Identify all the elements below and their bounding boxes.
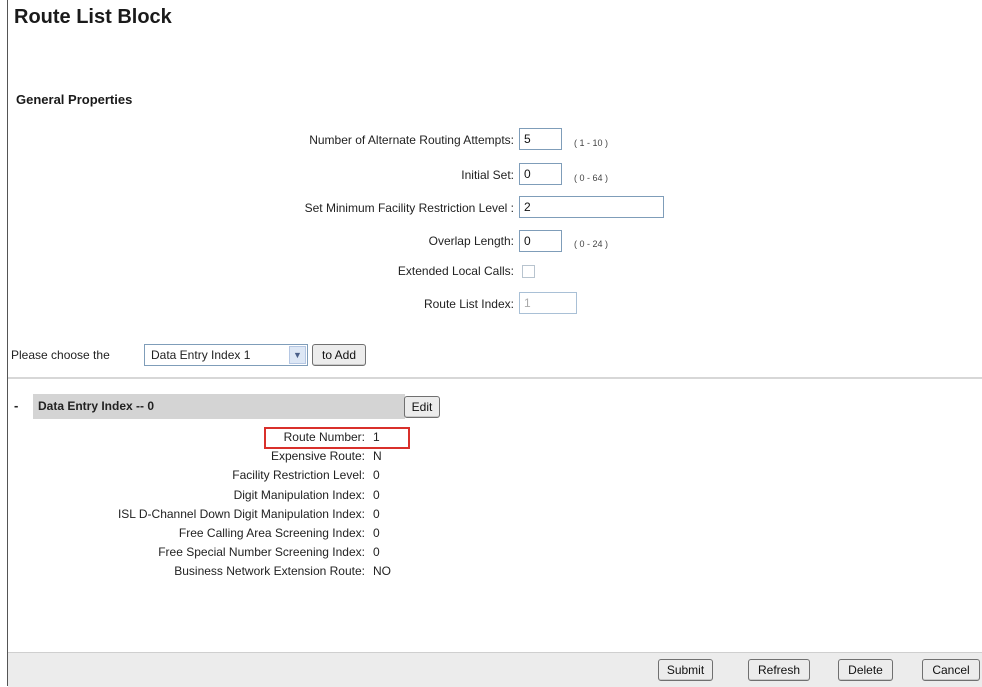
detail-value: 1 (373, 430, 380, 444)
overlap-length-range: ( 0 - 24 ) (574, 239, 609, 249)
chevron-down-icon[interactable]: ▼ (289, 346, 306, 364)
detail-value: 0 (373, 488, 380, 502)
detail-label: Free Calling Area Screening Index: (178, 526, 365, 540)
overlap-length-label: Overlap Length: (428, 234, 514, 248)
delete-button[interactable]: Delete (838, 659, 893, 681)
detail-value: NO (373, 564, 391, 578)
detail-value: 0 (373, 507, 380, 521)
refresh-button[interactable]: Refresh (748, 659, 810, 681)
initial-set-label: Initial Set: (461, 168, 514, 182)
cancel-button[interactable]: Cancel (922, 659, 980, 681)
detail-label: Digit Manipulation Index: (233, 488, 365, 502)
collapse-icon[interactable]: - (14, 398, 18, 413)
page-title: Route List Block (14, 6, 172, 28)
overlap-length-input[interactable] (519, 230, 562, 252)
min-facility-restriction-label: Set Minimum Facility Restriction Level : (304, 201, 514, 215)
detail-value: N (373, 449, 382, 463)
add-button[interactable]: to Add (312, 344, 366, 366)
section-title-general-properties: General Properties (16, 92, 133, 107)
route-list-block-panel: Route List Block General Properties Numb… (7, 0, 982, 687)
detail-label: Facility Restriction Level: (232, 468, 365, 482)
data-entry-index-select[interactable]: Data Entry Index 1 ▼ (144, 344, 308, 366)
section-divider (8, 377, 982, 379)
data-entry-index-select-value: Data Entry Index 1 (151, 348, 251, 362)
submit-button[interactable]: Submit (658, 659, 713, 681)
alt-routing-attempts-range: ( 1 - 10 ) (574, 138, 609, 148)
detail-label: ISL D-Channel Down Digit Manipulation In… (117, 507, 365, 521)
initial-set-range: ( 0 - 64 ) (574, 173, 609, 183)
extended-local-calls-checkbox[interactable] (522, 265, 535, 278)
detail-value: 0 (373, 468, 380, 482)
data-entry-header: Data Entry Index -- 0 (33, 394, 405, 419)
alt-routing-attempts-label: Number of Alternate Routing Attempts: (309, 133, 514, 147)
detail-value: 0 (373, 545, 380, 559)
alt-routing-attempts-input[interactable] (519, 128, 562, 150)
detail-label: Business Network Extension Route: (174, 564, 365, 578)
data-entry-header-label: Data Entry Index -- 0 (38, 399, 155, 413)
route-list-index-label: Route List Index: (423, 297, 514, 311)
detail-value: 0 (373, 526, 380, 540)
detail-label: Route Number: (283, 430, 365, 444)
edit-button[interactable]: Edit (404, 396, 440, 418)
chooser-label: Please choose the (11, 348, 110, 362)
detail-label: Free Special Number Screening Index: (158, 545, 365, 559)
detail-label: Expensive Route: (270, 449, 365, 463)
min-facility-restriction-input[interactable] (519, 196, 664, 218)
route-list-index-input (519, 292, 577, 314)
extended-local-calls-label: Extended Local Calls: (397, 264, 514, 278)
footer-bar: Submit Refresh Delete Cancel (8, 652, 982, 687)
initial-set-input[interactable] (519, 163, 562, 185)
